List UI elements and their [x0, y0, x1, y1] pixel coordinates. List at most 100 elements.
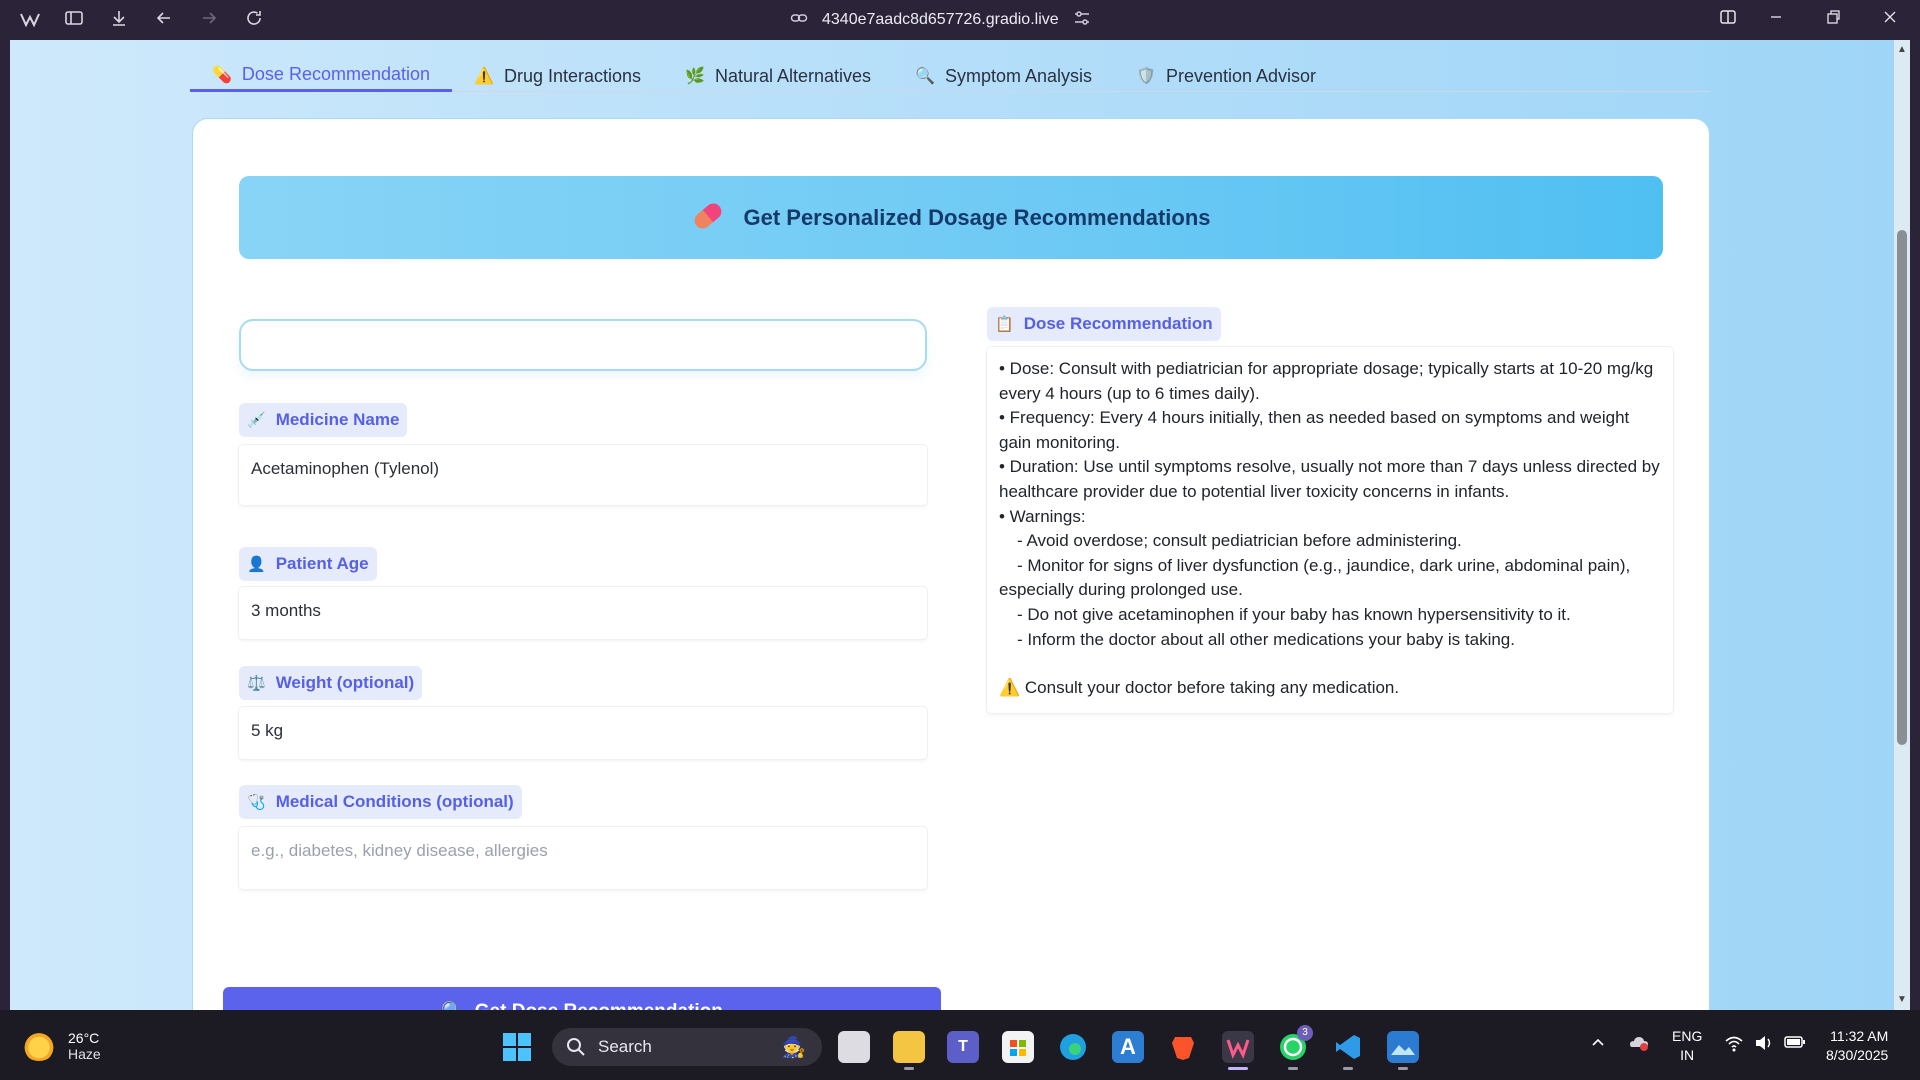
weight-input[interactable]: 5 kg: [239, 707, 927, 759]
window-border-right: [1910, 40, 1920, 1010]
window-border-left: [0, 40, 10, 1010]
start-icon[interactable]: [503, 1033, 531, 1061]
get-dose-button[interactable]: 🔍 Get Dose Recommendation: [223, 987, 941, 1010]
wifi-icon[interactable]: [1724, 1034, 1744, 1057]
output-warning-item: - Do not give acetaminophen if your baby…: [1017, 604, 1571, 624]
task-view-icon[interactable]: [838, 1031, 870, 1063]
warning-icon: ⚠️: [474, 68, 494, 85]
output-warning-item: - Monitor for signs of liver dysfunction…: [999, 555, 1635, 600]
minimize-icon[interactable]: [1764, 8, 1788, 32]
dose-output-box: • Dose: Consult with pediatrician for ap…: [987, 347, 1673, 713]
page-viewport: 💊 Dose Recommendation ⚠️ Drug Interactio…: [10, 40, 1894, 1010]
patient-age-label: 👤 Patient Age: [239, 547, 377, 581]
medicine-name-label: 💉 Medicine Name: [239, 403, 408, 437]
person-icon: 👤: [247, 556, 266, 573]
file-explorer-icon[interactable]: [893, 1031, 925, 1070]
taskbar: 26°C Haze Search 🧙 T A 3 ENG IN 11:32 AM…: [0, 1010, 1920, 1080]
weight-label: ⚖️ Weight (optional): [239, 666, 423, 700]
browser-titlebar: 4340e7aadc8d657726.gradio.live: [0, 0, 1920, 40]
photos-icon[interactable]: [1387, 1031, 1419, 1070]
forward-icon[interactable]: [197, 8, 221, 32]
weather-condition: Haze: [68, 1046, 101, 1062]
tab-label: Symptom Analysis: [944, 65, 1093, 86]
site-settings-icon[interactable]: [1073, 9, 1091, 32]
tab-bar: 💊 Dose Recommendation ⚠️ Drug Interactio…: [190, 60, 1710, 92]
volume-icon[interactable]: [1754, 1034, 1774, 1057]
notification-badge: 3: [1297, 1025, 1313, 1041]
input-language[interactable]: ENG IN: [1672, 1027, 1702, 1065]
magnifier-icon: 🔍: [915, 68, 935, 85]
patient-age-input[interactable]: 3 months: [239, 587, 927, 639]
search-highlight-icon: 🧙: [781, 1036, 806, 1059]
download-icon[interactable]: [107, 8, 131, 32]
whatsapp-icon[interactable]: 3: [1277, 1025, 1313, 1070]
scroll-up-icon[interactable]: ▲: [1896, 44, 1908, 56]
chevron-up-icon[interactable]: [1590, 1034, 1606, 1055]
scale-icon: ⚖️: [247, 675, 266, 692]
vscode-icon[interactable]: [1332, 1031, 1364, 1070]
writer-app-icon[interactable]: A: [1112, 1031, 1144, 1063]
output-warnings-heading: • Warnings:: [999, 506, 1086, 526]
section-banner: Get Personalized Dosage Recommendations: [239, 176, 1663, 259]
tab-prevention-advisor[interactable]: 🛡️ Prevention Advisor: [1114, 60, 1338, 92]
pill-icon: [691, 204, 725, 232]
search-label: Search: [598, 1037, 652, 1056]
output-dose-line: • Dose: Consult with pediatrician for ap…: [999, 359, 1658, 403]
syringe-icon: 💉: [247, 412, 266, 429]
medical-conditions-input[interactable]: e.g., diabetes, kidney disease, allergie…: [239, 827, 927, 889]
clipboard-icon: 📋: [995, 316, 1014, 333]
search-icon: [567, 1038, 585, 1056]
split-view-icon[interactable]: [1716, 8, 1740, 32]
reload-icon[interactable]: [242, 8, 266, 32]
output-warning-item: - Inform the doctor about all other medi…: [1017, 629, 1515, 649]
dose-panel: Get Personalized Dosage Recommendations …: [192, 118, 1710, 1010]
battery-icon[interactable]: [1784, 1034, 1806, 1055]
onedrive-status-icon[interactable]: [1628, 1034, 1650, 1057]
teams-icon[interactable]: T: [947, 1031, 979, 1063]
haze-sun-icon: [22, 1031, 56, 1061]
output-warning-item: - Avoid overdose; consult pediatrician b…: [1017, 531, 1462, 551]
output-frequency-line: • Frequency: Every 4 hours initially, th…: [999, 408, 1634, 452]
banner-title: Get Personalized Dosage Recommendations: [743, 204, 1211, 230]
empty-input-box[interactable]: [239, 319, 927, 371]
tab-label: Prevention Advisor: [1165, 65, 1317, 86]
stethoscope-icon: 🩺: [247, 794, 266, 811]
tab-label: Dose Recommendation: [241, 64, 431, 84]
address-bar[interactable]: 4340e7aadc8d657726.gradio.live: [790, 9, 1091, 31]
edge-icon[interactable]: [1057, 1031, 1089, 1063]
brave-icon[interactable]: [1167, 1031, 1199, 1063]
url-text[interactable]: 4340e7aadc8d657726.gradio.live: [822, 11, 1059, 29]
restore-icon[interactable]: [1821, 8, 1845, 32]
medical-conditions-label: 🩺 Medical Conditions (optional): [239, 785, 522, 819]
link-icon: [790, 9, 808, 32]
system-clock[interactable]: 11:32 AM 8/30/2025: [1826, 1027, 1888, 1065]
tab-drug-interactions[interactable]: ⚠️ Drug Interactions: [452, 60, 663, 92]
dose-output-label: 📋 Dose Recommendation: [987, 307, 1221, 341]
browser-app-icon[interactable]: [1222, 1031, 1254, 1070]
tab-label: Natural Alternatives: [714, 65, 872, 86]
pill-icon: 💊: [212, 66, 232, 84]
clock-date: 8/30/2025: [1826, 1047, 1889, 1063]
page-scrollbar[interactable]: ▲ ▼: [1894, 40, 1910, 1010]
taskbar-search[interactable]: Search 🧙: [552, 1028, 822, 1066]
scroll-down-icon[interactable]: ▼: [1896, 994, 1908, 1006]
scroll-thumb[interactable]: [1897, 230, 1907, 745]
tab-label: Drug Interactions: [503, 65, 642, 86]
weather-widget[interactable]: 26°C Haze: [22, 1030, 101, 1062]
output-disclaimer: ⚠️ Consult your doctor before taking any…: [999, 678, 1400, 698]
close-icon[interactable]: [1878, 8, 1902, 32]
tab-dose-recommendation[interactable]: 💊 Dose Recommendation: [190, 60, 453, 92]
output-duration-line: • Duration: Use until symptoms resolve, …: [999, 457, 1665, 501]
shield-icon: 🛡️: [1136, 68, 1156, 85]
clock-time: 11:32 AM: [1830, 1028, 1889, 1044]
tab-natural-alternatives[interactable]: 🌿 Natural Alternatives: [663, 60, 893, 92]
back-icon[interactable]: [152, 8, 176, 32]
sidebar-icon[interactable]: [62, 8, 86, 32]
workspace-icon[interactable]: [18, 8, 42, 32]
tab-symptom-analysis[interactable]: 🔍 Symptom Analysis: [893, 60, 1114, 92]
medicine-name-input[interactable]: Acetaminophen (Tylenol): [239, 445, 927, 505]
search-icon: 🔍: [441, 1000, 465, 1010]
herb-icon: 🌿: [685, 68, 705, 85]
store-icon[interactable]: [1002, 1031, 1034, 1063]
temperature: 26°C: [68, 1030, 100, 1046]
